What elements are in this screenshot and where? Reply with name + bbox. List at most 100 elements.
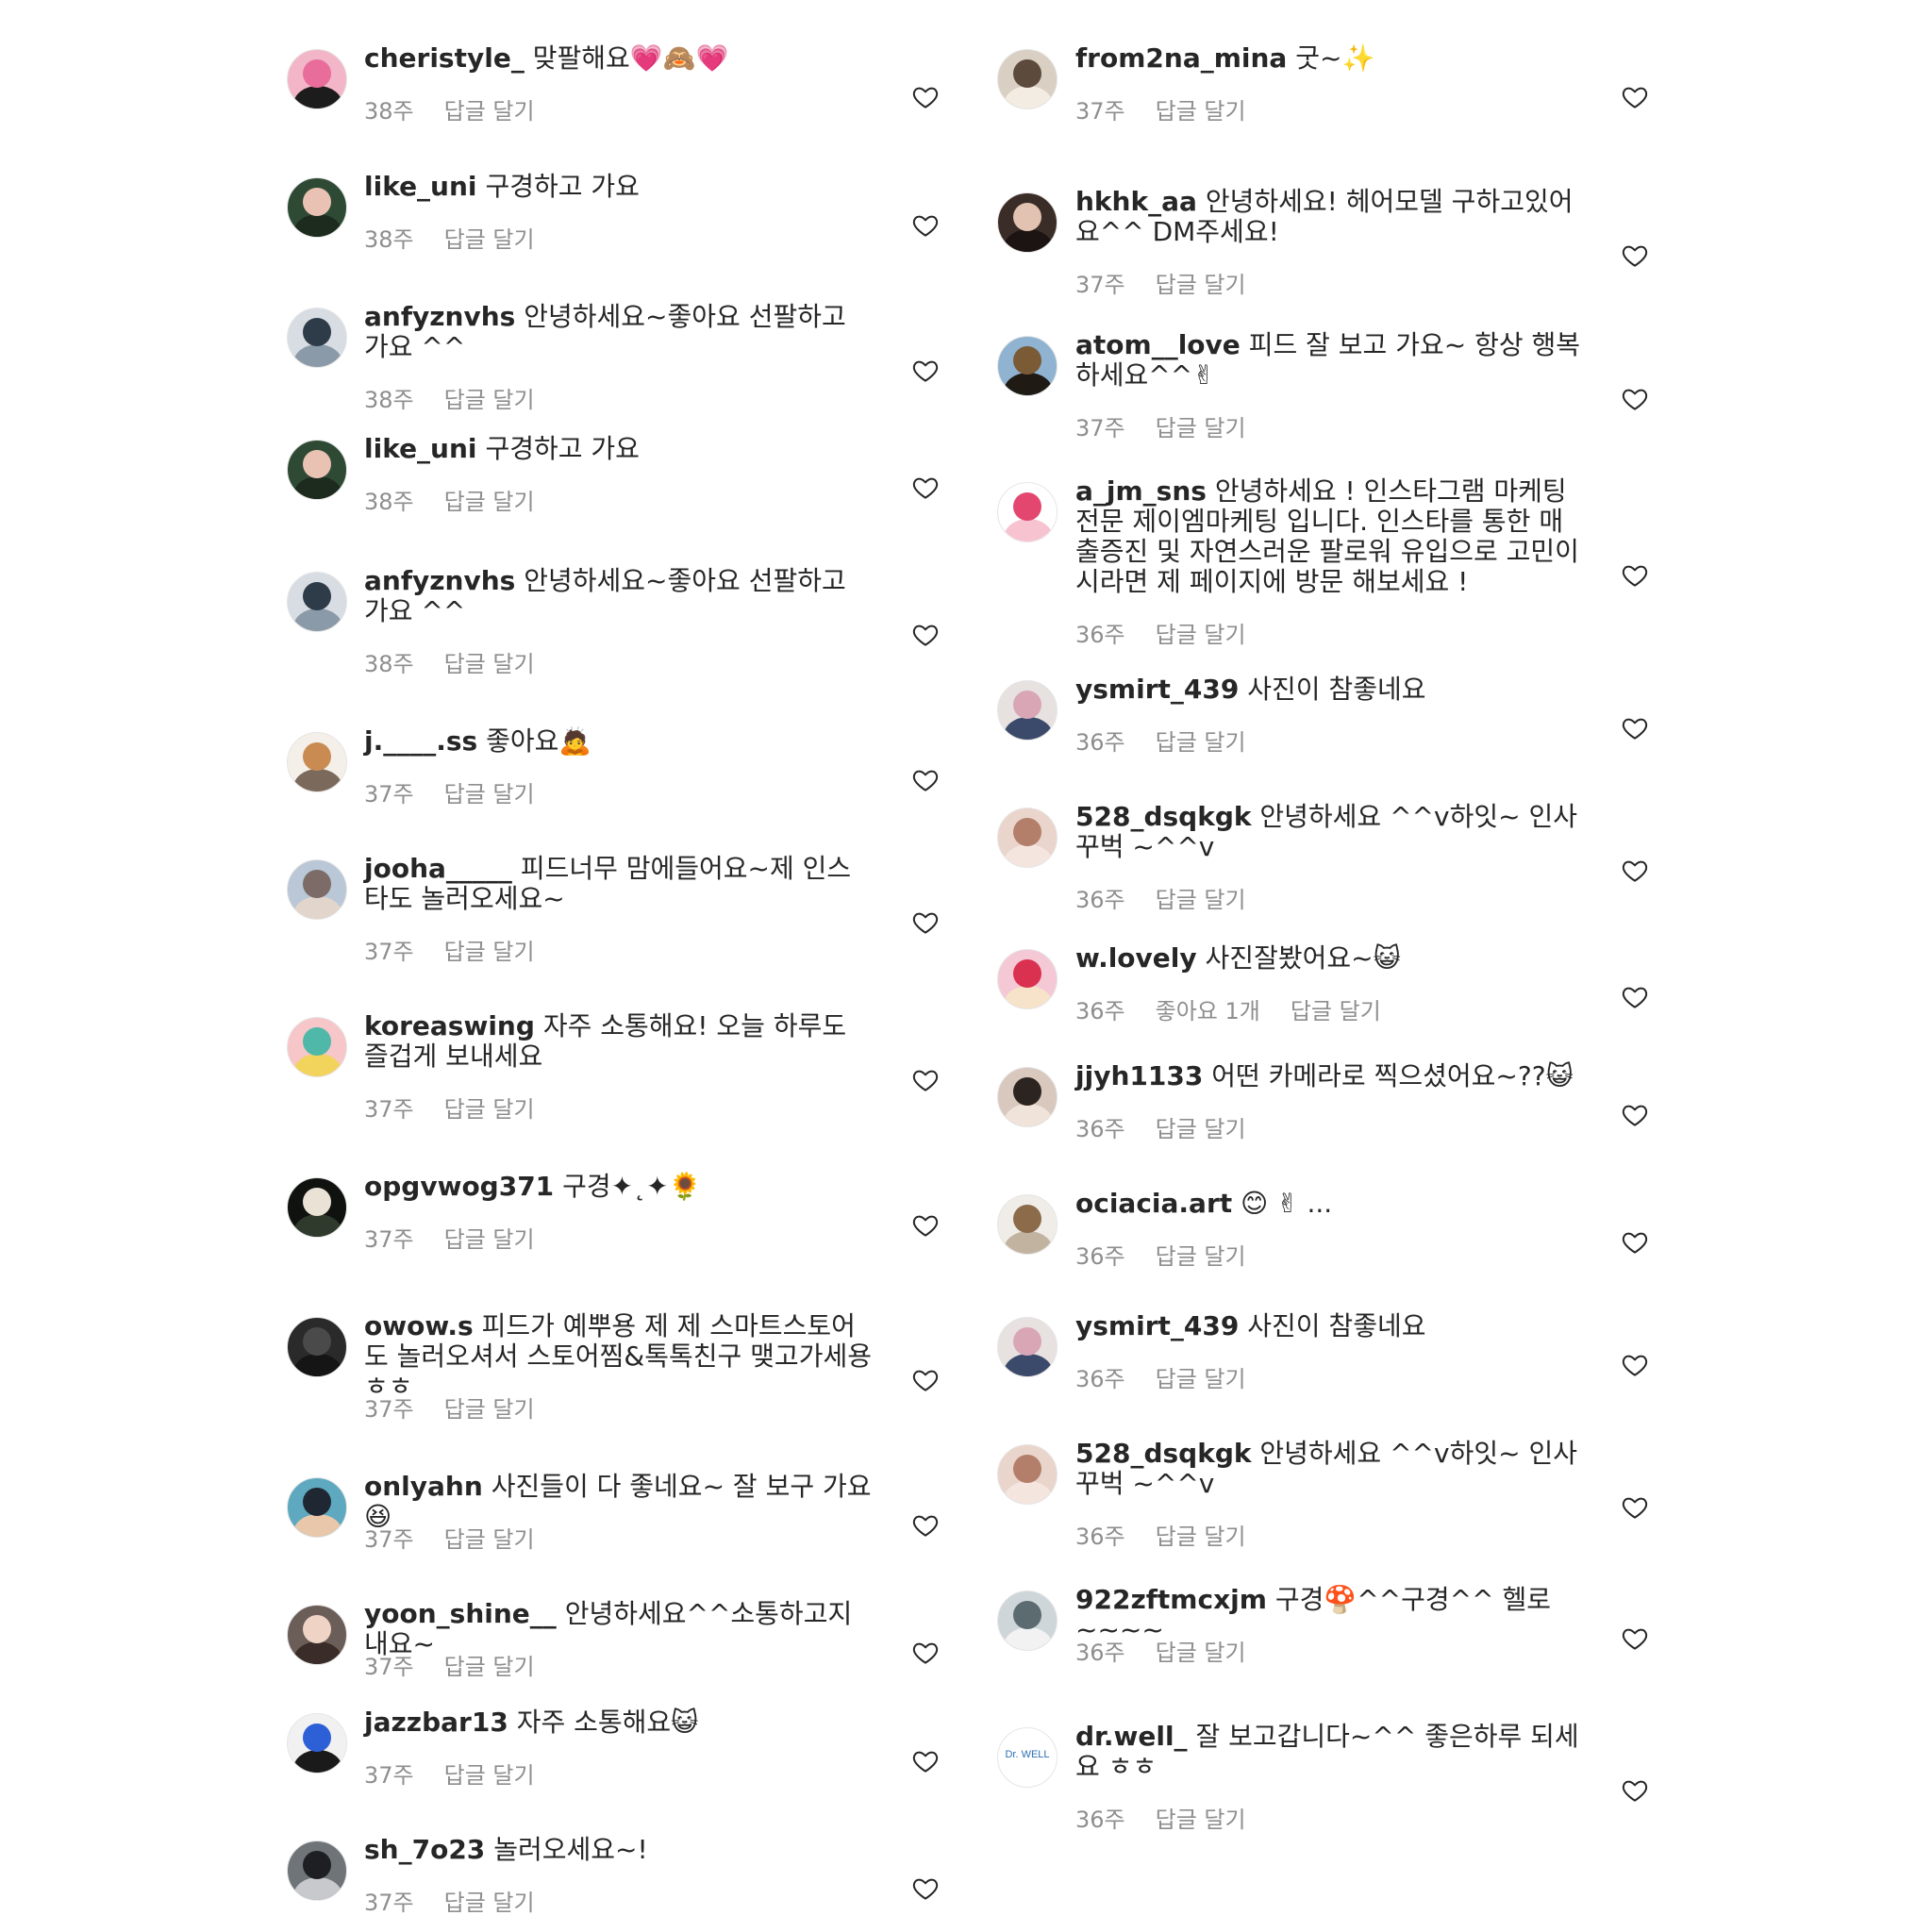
like-heart-icon[interactable] bbox=[1621, 561, 1649, 590]
username-link[interactable]: jjyh1133 bbox=[1075, 1060, 1203, 1091]
like-heart-icon[interactable] bbox=[1621, 714, 1649, 742]
username-link[interactable]: atom__love bbox=[1075, 329, 1241, 360]
reply-button[interactable]: 답글 달기 bbox=[1156, 1116, 1246, 1142]
avatar[interactable] bbox=[287, 1605, 347, 1665]
username-link[interactable]: from2na_mina bbox=[1075, 42, 1287, 74]
like-heart-icon[interactable] bbox=[911, 1511, 940, 1540]
like-heart-icon[interactable] bbox=[1621, 1776, 1649, 1805]
like-heart-icon[interactable] bbox=[911, 766, 940, 794]
username-link[interactable]: dr.well_ bbox=[1075, 1721, 1188, 1752]
username-link[interactable]: koreaswing bbox=[364, 1010, 535, 1041]
reply-button[interactable]: 답글 달기 bbox=[444, 489, 535, 515]
avatar[interactable]: Dr. WELL bbox=[997, 1727, 1058, 1788]
reply-button[interactable]: 답글 달기 bbox=[444, 226, 535, 253]
reply-button[interactable]: 답글 달기 bbox=[1156, 415, 1246, 441]
username-link[interactable]: 528_dsqkgk bbox=[1075, 1438, 1251, 1469]
avatar[interactable] bbox=[997, 1194, 1058, 1255]
reply-button[interactable]: 답글 달기 bbox=[1156, 1640, 1246, 1666]
like-heart-icon[interactable] bbox=[911, 1874, 940, 1903]
avatar[interactable] bbox=[287, 572, 347, 632]
like-heart-icon[interactable] bbox=[1621, 1351, 1649, 1379]
avatar[interactable] bbox=[287, 308, 347, 368]
like-heart-icon[interactable] bbox=[911, 357, 940, 385]
username-link[interactable]: like_uni bbox=[364, 433, 477, 464]
reply-button[interactable]: 답글 달기 bbox=[1156, 1807, 1246, 1833]
reply-button[interactable]: 답글 달기 bbox=[444, 1762, 535, 1789]
avatar[interactable] bbox=[287, 49, 347, 109]
avatar[interactable] bbox=[997, 1444, 1058, 1505]
username-link[interactable]: sh_7o23 bbox=[364, 1834, 485, 1865]
avatar[interactable] bbox=[287, 1713, 347, 1774]
username-link[interactable]: jazzbar13 bbox=[364, 1707, 508, 1738]
reply-button[interactable]: 답글 달기 bbox=[444, 1396, 535, 1423]
avatar[interactable] bbox=[997, 680, 1058, 741]
like-heart-icon[interactable] bbox=[911, 83, 940, 111]
username-link[interactable]: hkhk_aa bbox=[1075, 186, 1197, 217]
avatar[interactable] bbox=[287, 859, 347, 920]
avatar[interactable] bbox=[287, 440, 347, 500]
avatar[interactable] bbox=[997, 49, 1058, 109]
avatar[interactable] bbox=[287, 177, 347, 238]
username-link[interactable]: like_uni bbox=[364, 171, 477, 202]
reply-button[interactable]: 답글 달기 bbox=[444, 1654, 535, 1680]
avatar[interactable] bbox=[997, 336, 1058, 396]
avatar[interactable] bbox=[287, 1840, 347, 1901]
username-link[interactable]: opgvwog371 bbox=[364, 1171, 554, 1202]
like-heart-icon[interactable] bbox=[911, 1211, 940, 1240]
reply-button[interactable]: 답글 달기 bbox=[444, 98, 535, 125]
like-heart-icon[interactable] bbox=[911, 1366, 940, 1394]
reply-button[interactable]: 답글 달기 bbox=[444, 1226, 535, 1253]
like-heart-icon[interactable] bbox=[1621, 1493, 1649, 1522]
like-heart-icon[interactable] bbox=[1621, 242, 1649, 270]
username-link[interactable]: yoon_shine__ bbox=[364, 1598, 557, 1629]
username-link[interactable]: jooha_____ bbox=[364, 853, 512, 884]
username-link[interactable]: anfyznvhs bbox=[364, 565, 515, 596]
reply-button[interactable]: 답글 달기 bbox=[1156, 272, 1246, 298]
reply-button[interactable]: 답글 달기 bbox=[1156, 622, 1246, 648]
reply-button[interactable]: 답글 달기 bbox=[1156, 98, 1246, 125]
avatar[interactable] bbox=[997, 949, 1058, 1009]
username-link[interactable]: cheristyle_ bbox=[364, 42, 525, 74]
avatar[interactable] bbox=[997, 808, 1058, 868]
reply-button[interactable]: 답글 달기 bbox=[444, 781, 535, 808]
like-heart-icon[interactable] bbox=[911, 474, 940, 502]
avatar[interactable] bbox=[287, 1477, 347, 1538]
avatar[interactable] bbox=[997, 1591, 1058, 1651]
like-heart-icon[interactable] bbox=[1621, 385, 1649, 413]
likes-count-button[interactable]: 좋아요 1개 bbox=[1156, 998, 1260, 1024]
like-heart-icon[interactable] bbox=[1621, 1624, 1649, 1653]
like-heart-icon[interactable] bbox=[911, 908, 940, 937]
username-link[interactable]: a_jm_sns bbox=[1075, 475, 1207, 507]
username-link[interactable]: 922zftmcxjm bbox=[1075, 1584, 1267, 1615]
reply-button[interactable]: 답글 달기 bbox=[444, 1890, 535, 1916]
username-link[interactable]: 528_dsqkgk bbox=[1075, 801, 1251, 832]
reply-button[interactable]: 답글 달기 bbox=[1156, 1366, 1246, 1392]
like-heart-icon[interactable] bbox=[1621, 857, 1649, 885]
like-heart-icon[interactable] bbox=[911, 1747, 940, 1775]
reply-button[interactable]: 답글 달기 bbox=[444, 387, 535, 413]
username-link[interactable]: anfyznvhs bbox=[364, 301, 515, 332]
reply-button[interactable]: 답글 달기 bbox=[444, 1526, 535, 1553]
like-heart-icon[interactable] bbox=[911, 211, 940, 240]
username-link[interactable]: ysmirt_439 bbox=[1075, 674, 1239, 705]
reply-button[interactable]: 답글 달기 bbox=[1156, 1524, 1246, 1550]
avatar[interactable] bbox=[287, 1317, 347, 1377]
avatar[interactable] bbox=[287, 1177, 347, 1238]
reply-button[interactable]: 답글 달기 bbox=[444, 651, 535, 677]
reply-button[interactable]: 답글 달기 bbox=[1291, 998, 1381, 1024]
username-link[interactable]: ysmirt_439 bbox=[1075, 1310, 1239, 1341]
reply-button[interactable]: 답글 달기 bbox=[444, 1096, 535, 1123]
like-heart-icon[interactable] bbox=[911, 1066, 940, 1094]
like-heart-icon[interactable] bbox=[1621, 983, 1649, 1011]
reply-button[interactable]: 답글 달기 bbox=[444, 939, 535, 965]
avatar[interactable] bbox=[287, 732, 347, 792]
username-link[interactable]: w.lovely bbox=[1075, 942, 1197, 974]
like-heart-icon[interactable] bbox=[1621, 1228, 1649, 1257]
avatar[interactable] bbox=[287, 1017, 347, 1077]
username-link[interactable]: j.____.ss bbox=[364, 725, 477, 757]
username-link[interactable]: onlyahn bbox=[364, 1471, 483, 1502]
avatar[interactable] bbox=[997, 1067, 1058, 1127]
like-heart-icon[interactable] bbox=[911, 621, 940, 649]
avatar[interactable] bbox=[997, 482, 1058, 542]
like-heart-icon[interactable] bbox=[911, 1639, 940, 1667]
